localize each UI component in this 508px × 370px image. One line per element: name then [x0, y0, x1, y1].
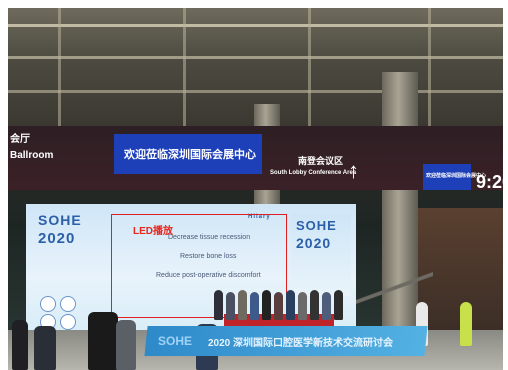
award-badge-icon [60, 314, 76, 330]
ceiling-strut [428, 8, 431, 126]
person [226, 292, 235, 320]
annotation-label: LED播放 [133, 226, 173, 237]
person [334, 290, 343, 320]
bottom-banner-logo: SOHE [158, 334, 193, 348]
side-logo-line1: SOHE [296, 218, 337, 233]
person [286, 290, 295, 320]
ballroom-sign-en: Ballroom [10, 150, 54, 161]
led-logo-line1: SOHE [38, 212, 82, 228]
person [214, 290, 223, 320]
right-blue-sign: 欢迎莅临深圳国际会展中心 [423, 164, 486, 190]
side-logo-line2: 2020 [296, 235, 332, 251]
person [250, 292, 259, 320]
person [460, 302, 472, 346]
ballroom-sign-cn: 会厅 [10, 134, 30, 145]
person [88, 312, 118, 370]
led-logo-line2: 2020 [38, 230, 76, 247]
welcome-sign: 欢迎莅临深圳国际会展中心 [114, 134, 262, 174]
ceiling-strut [58, 8, 61, 126]
photo: 会厅 Ballroom 欢迎莅临深圳国际会展中心 南登会议区 South Lob… [8, 8, 503, 370]
person [34, 326, 56, 370]
ceiling-strut [183, 8, 186, 126]
person [116, 320, 136, 370]
person [310, 290, 319, 320]
award-badge-icon [40, 296, 56, 312]
south-lobby-sign-en: South Lobby Conference Area [270, 170, 357, 176]
ceiling-strut [308, 8, 311, 126]
person [274, 292, 283, 320]
welcome-sign-text: 欢迎莅临深圳国际会展中心 [124, 149, 256, 161]
up-arrow-icon: ↑ [348, 158, 359, 183]
bottom-banner-text: 2020 深圳国际口腔医学新技术交流研讨会 [208, 338, 394, 349]
clock-display: 9:20 [476, 172, 503, 192]
person [298, 292, 307, 320]
person [238, 290, 247, 320]
person [262, 290, 271, 320]
award-badge-icon [60, 296, 76, 312]
person [322, 292, 331, 320]
south-lobby-sign-cn: 南登会议区 [298, 156, 344, 166]
person [12, 320, 28, 370]
